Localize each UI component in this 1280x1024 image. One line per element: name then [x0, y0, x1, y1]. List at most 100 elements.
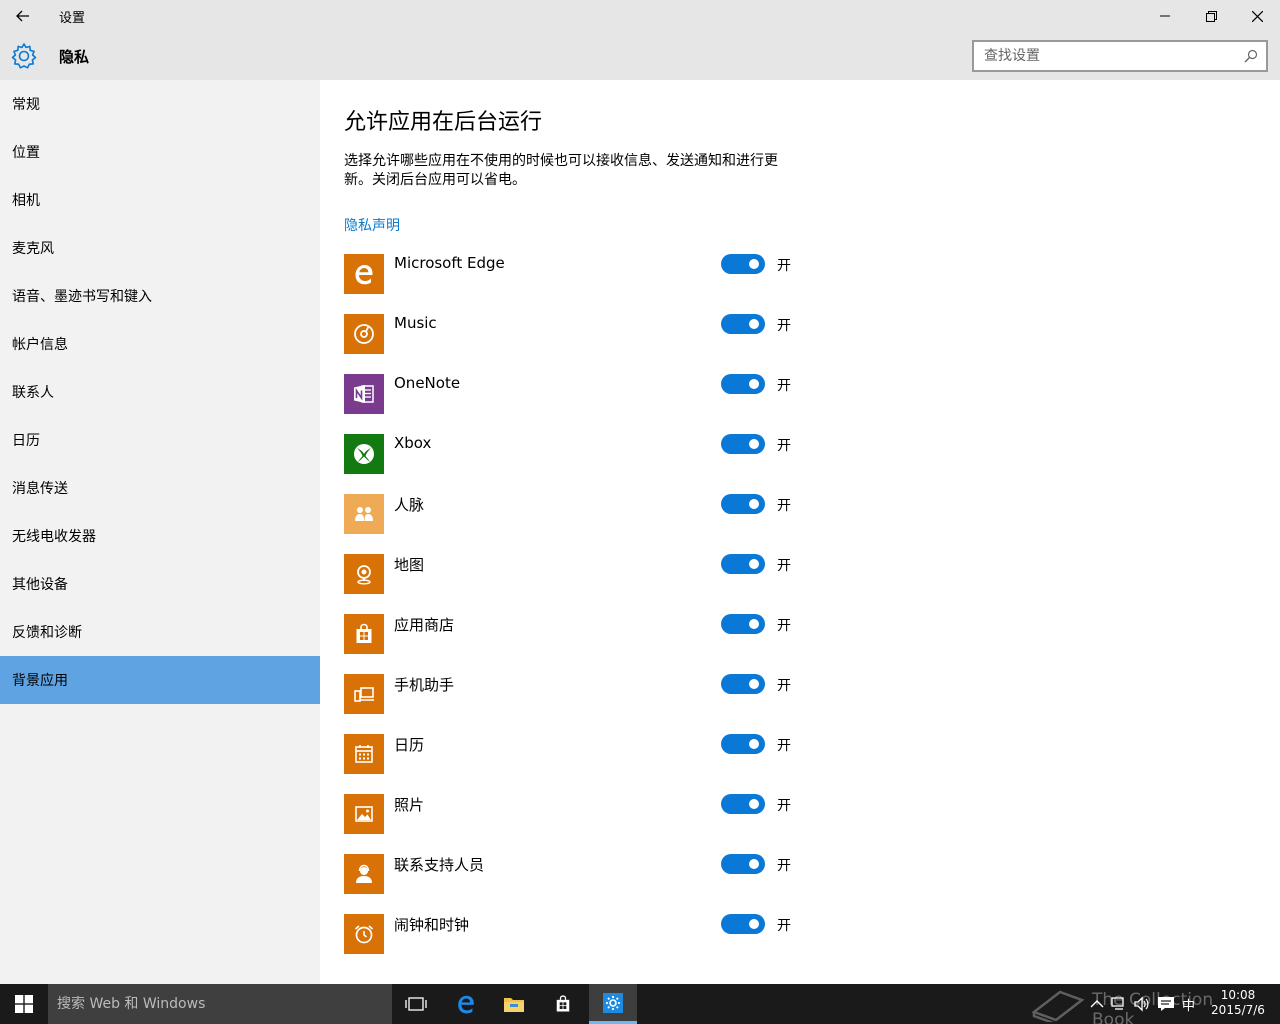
sidebar-item-label: 位置 — [12, 145, 40, 161]
maps-icon — [344, 554, 384, 594]
restore-button[interactable] — [1188, 0, 1234, 32]
sidebar-item-other-devices[interactable]: 其他设备 — [0, 560, 320, 608]
main-content: 允许应用在后台运行 选择允许哪些应用在不使用的时候也可以接收信息、发送通知和进行… — [320, 80, 1280, 984]
taskbar-edge-button[interactable] — [442, 984, 490, 1024]
toggle-state-label: 开 — [777, 738, 791, 754]
app-name: 地图 — [394, 556, 425, 574]
edge-icon — [458, 995, 474, 1014]
taskbar: The Collection Book 中 10:08 2015/7/6 — [0, 984, 1280, 1024]
search-box[interactable] — [972, 40, 1268, 72]
app-row-photos: 照片 开 — [344, 794, 804, 834]
app-name: 联系支持人员 — [394, 856, 485, 874]
sidebar-item-label: 反馈和诊断 — [12, 625, 82, 641]
background-toggle-photos[interactable] — [721, 794, 765, 814]
gear-icon — [11, 43, 37, 69]
back-arrow-icon — [16, 10, 29, 22]
section-title: 隐私 — [59, 48, 90, 66]
background-toggle-xbox[interactable] — [721, 434, 765, 454]
toggle-knob — [749, 799, 759, 809]
toggle-state-label: 开 — [777, 438, 791, 454]
sidebar-item-label: 帐户信息 — [12, 337, 68, 353]
restore-icon — [1205, 10, 1217, 22]
start-button[interactable] — [0, 984, 48, 1024]
page-description: 选择允许哪些应用在不使用的时候也可以接收信息、发送通知和进行更新。关闭后台应用可… — [344, 153, 778, 188]
taskbar-clock[interactable]: 10:08 2015/7/6 — [1208, 988, 1268, 1018]
close-button[interactable] — [1234, 0, 1280, 32]
sidebar-item-speech-inking-typing[interactable]: 语音、墨迹书写和键入 — [0, 272, 320, 320]
app-name: 人脉 — [394, 496, 425, 514]
minimize-button[interactable] — [1142, 0, 1188, 32]
privacy-statement-link[interactable]: 隐私声明 — [344, 215, 400, 235]
background-toggle-microsoft-edge[interactable] — [721, 254, 765, 274]
toggle-knob — [749, 559, 759, 569]
app-row-music: Music 开 — [344, 314, 804, 354]
sidebar-item-messaging[interactable]: 消息传送 — [0, 464, 320, 512]
action-center-icon[interactable] — [1157, 996, 1175, 1012]
search-icon[interactable] — [1244, 49, 1258, 63]
toggle-knob — [749, 319, 759, 329]
sidebar-item-camera[interactable]: 相机 — [0, 176, 320, 224]
taskbar-file-explorer-button[interactable] — [490, 984, 538, 1024]
taskbar-search[interactable] — [48, 984, 392, 1024]
app-name: Microsoft Edge — [394, 254, 505, 272]
sidebar-item-label: 背景应用 — [12, 673, 68, 689]
background-toggle-phone-companion[interactable] — [721, 674, 765, 694]
task-view-button[interactable] — [392, 984, 440, 1024]
back-button[interactable] — [0, 0, 46, 32]
app-row-people: 人脉 开 — [344, 494, 804, 534]
taskbar-store-button[interactable] — [539, 984, 587, 1024]
sidebar-item-general[interactable]: 常规 — [0, 80, 320, 128]
sidebar-item-label: 常规 — [12, 97, 40, 113]
background-toggle-maps[interactable] — [721, 554, 765, 574]
background-toggle-people[interactable] — [721, 494, 765, 514]
close-icon — [1251, 10, 1263, 22]
sidebar-item-feedback-diagnostics[interactable]: 反馈和诊断 — [0, 608, 320, 656]
taskbar-settings-button[interactable] — [589, 984, 637, 1024]
calendar-icon — [344, 734, 384, 774]
app-name: 闹钟和时钟 — [394, 916, 470, 934]
toggle-state-label: 开 — [777, 558, 791, 574]
background-toggle-music[interactable] — [721, 314, 765, 334]
sidebar-item-location[interactable]: 位置 — [0, 128, 320, 176]
support-icon — [344, 854, 384, 894]
sidebar-item-background-apps[interactable]: 背景应用 — [0, 656, 320, 704]
background-toggle-calendar[interactable] — [721, 734, 765, 754]
sidebar-item-contacts[interactable]: 联系人 — [0, 368, 320, 416]
sidebar-item-calendar[interactable]: 日历 — [0, 416, 320, 464]
volume-icon[interactable] — [1133, 996, 1151, 1012]
app-name: 日历 — [394, 736, 425, 754]
toggle-knob — [749, 439, 759, 449]
settings-search-input[interactable] — [974, 42, 1236, 70]
folder-icon — [504, 998, 524, 1012]
toggle-knob — [749, 679, 759, 689]
app-name: OneNote — [394, 374, 461, 392]
sidebar-item-account-info[interactable]: 帐户信息 — [0, 320, 320, 368]
sidebar-item-radios[interactable]: 无线电收发器 — [0, 512, 320, 560]
taskbar-search-input[interactable] — [48, 984, 392, 1024]
network-icon[interactable] — [1110, 996, 1128, 1012]
toggle-state-label: 开 — [777, 498, 791, 514]
background-toggle-onenote[interactable] — [721, 374, 765, 394]
ime-indicator[interactable]: 中 — [1182, 995, 1195, 1014]
app-row-calendar: 日历 开 — [344, 734, 804, 774]
app-name: Music — [394, 314, 437, 332]
sidebar-item-label: 日历 — [12, 433, 40, 449]
sidebar-nav: 常规 位置 相机 麦克风 语音、墨迹书写和键入 帐户信息 联系人 日历 消息传送… — [0, 80, 320, 984]
sidebar-item-microphone[interactable]: 麦克风 — [0, 224, 320, 272]
app-row-microsoft-edge: Microsoft Edge 开 — [344, 254, 804, 294]
sidebar-item-label: 无线电收发器 — [12, 529, 96, 545]
music-icon — [344, 314, 384, 354]
background-toggle-contact-support[interactable] — [721, 854, 765, 874]
toggle-state-label: 开 — [777, 678, 791, 694]
app-row-maps: 地图 开 — [344, 554, 804, 594]
settings-header: 隐私 — [0, 32, 1280, 80]
sidebar-item-label: 消息传送 — [12, 481, 68, 497]
background-toggle-store[interactable] — [721, 614, 765, 634]
app-row-store: 应用商店 开 — [344, 614, 804, 654]
toggle-knob — [749, 379, 759, 389]
toggle-state-label: 开 — [777, 618, 791, 634]
toggle-state-label: 开 — [777, 378, 791, 394]
background-toggle-alarms-clock[interactable] — [721, 914, 765, 934]
show-hidden-icons-chevron-icon[interactable] — [1088, 996, 1106, 1012]
windows-logo-icon — [15, 995, 33, 1013]
